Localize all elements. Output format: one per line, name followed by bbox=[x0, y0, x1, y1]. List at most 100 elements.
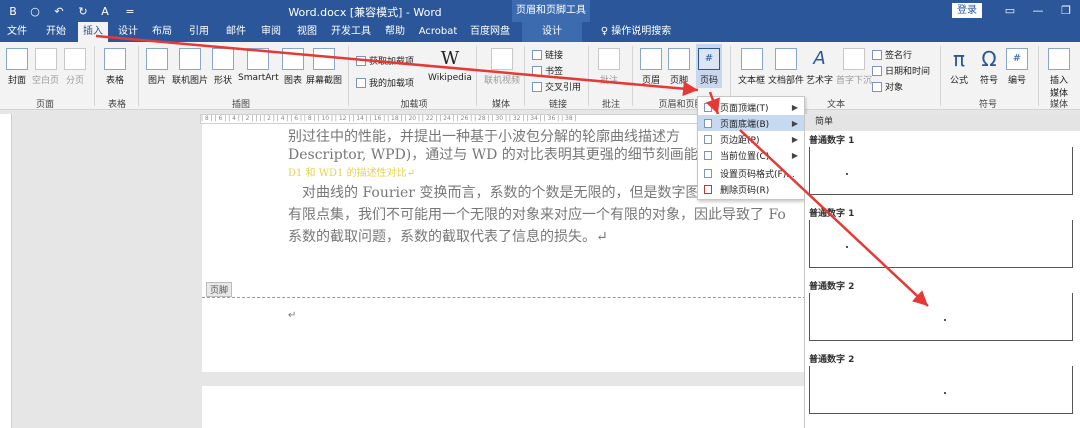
page-number-dot bbox=[846, 173, 848, 175]
tab-acrobat[interactable]: Acrobat bbox=[416, 22, 460, 42]
delete-icon bbox=[704, 185, 712, 194]
tab-insert[interactable]: 插入 bbox=[78, 22, 108, 42]
chart-icon bbox=[282, 48, 304, 70]
table-button[interactable]: 表格 bbox=[104, 48, 126, 86]
tab-design[interactable]: 设计 bbox=[114, 22, 142, 42]
gallery-item-plain-number-2[interactable] bbox=[809, 293, 1073, 341]
media-icon bbox=[1048, 48, 1070, 70]
signature-line-button[interactable]: 签名行 bbox=[872, 48, 912, 61]
online-video-button[interactable]: 联机视频 bbox=[484, 48, 520, 86]
menu-item-page-margins[interactable]: 页边距(P) ▶ bbox=[698, 131, 804, 147]
number-icon: # bbox=[1006, 48, 1028, 70]
group-label-table: 表格 bbox=[107, 100, 126, 110]
autosave-toggle-icon[interactable]: ○ bbox=[28, 3, 42, 19]
menu-item-top-of-page[interactable]: 页面顶端(T) ▶ bbox=[698, 99, 804, 115]
group-label-pages: 页面 bbox=[35, 100, 54, 110]
textbox-button[interactable]: 文本框 bbox=[738, 48, 765, 86]
title-bar: B ○ ↶ ↻ A = Word.docx [兼容模式] - Word 页眉和页… bbox=[0, 0, 1080, 22]
wordart-button[interactable]: A 艺术字 bbox=[806, 48, 833, 86]
separator bbox=[348, 46, 349, 106]
separator bbox=[476, 46, 477, 106]
quick-parts-button[interactable]: 文档部件 bbox=[768, 48, 804, 86]
my-addins-button[interactable]: 我的加载项 bbox=[356, 76, 414, 89]
ribbon-insert: 封面 空白页 分页 页面 表格 表格 图片 联机图片 形状 SmartArt 图… bbox=[0, 42, 1080, 110]
separator bbox=[632, 46, 633, 106]
tab-references[interactable]: 引用 bbox=[184, 22, 214, 42]
doc-paragraph-line: Descriptor, WPD)，通过与 WD 的对比表明其更强的细节刻画能 bbox=[288, 147, 698, 163]
group-label-media-2: 媒体 bbox=[1049, 100, 1068, 110]
chart-button[interactable]: 图表 bbox=[282, 48, 304, 86]
smartart-button[interactable]: SmartArt bbox=[238, 48, 279, 83]
document-page-next[interactable] bbox=[202, 386, 806, 428]
gallery-item-plain-number-1[interactable] bbox=[809, 147, 1073, 195]
wordart-icon: A bbox=[813, 48, 826, 69]
blank-page-icon bbox=[34, 48, 57, 70]
undo-icon[interactable]: ↶ bbox=[52, 3, 66, 19]
page-break-button[interactable]: 分页 bbox=[64, 48, 86, 86]
menu-item-bottom-of-page[interactable]: 页面底端(B) ▶ bbox=[698, 115, 804, 131]
online-picture-button[interactable]: 联机图片 bbox=[172, 48, 208, 86]
tab-developer[interactable]: 开发工具 bbox=[328, 22, 374, 42]
gallery-item-title: 普通数字 1 bbox=[809, 136, 855, 146]
link-button[interactable]: 链接 bbox=[532, 48, 563, 61]
insert-media-button[interactable]: 插入媒体 bbox=[1046, 48, 1072, 99]
page-number-button[interactable]: # 页码 bbox=[696, 44, 722, 88]
tab-layout[interactable]: 布局 bbox=[148, 22, 176, 42]
gallery-item-title: 普通数字 2 bbox=[809, 282, 855, 292]
save-icon[interactable]: B bbox=[6, 3, 20, 19]
tab-baidu-netdisk[interactable]: 百度网盘 bbox=[466, 22, 514, 42]
comment-button[interactable]: 批注 bbox=[598, 48, 620, 86]
gallery-item-plain-number-2b[interactable] bbox=[809, 366, 1073, 414]
footer-label-tag: 页脚 bbox=[206, 282, 233, 297]
blank-page-button[interactable]: 空白页 bbox=[32, 48, 59, 86]
redo-icon[interactable]: ↻ bbox=[76, 3, 90, 19]
minimize-icon[interactable]: — bbox=[1028, 2, 1048, 20]
get-addins-button[interactable]: 获取加载项 bbox=[356, 54, 414, 67]
cover-page-button[interactable]: 封面 bbox=[6, 48, 28, 86]
cover-page-icon bbox=[6, 48, 28, 70]
screenshot-button[interactable]: 屏幕截图 bbox=[306, 48, 342, 86]
wikipedia-button[interactable]: W Wikipedia bbox=[428, 48, 472, 83]
symbol-button[interactable]: Ω 符号 bbox=[978, 48, 1000, 86]
ribbon-display-icon[interactable]: ▭ bbox=[1000, 2, 1020, 20]
separator bbox=[138, 46, 139, 106]
tab-file[interactable]: 文件 bbox=[2, 22, 32, 42]
login-button[interactable]: 登录 bbox=[952, 3, 982, 18]
group-label-illustrations: 插图 bbox=[231, 100, 250, 110]
object-button[interactable]: 对象 bbox=[872, 80, 903, 93]
restore-icon[interactable]: ❐ bbox=[1056, 2, 1076, 20]
page-icon bbox=[704, 135, 712, 144]
footer-button[interactable]: 页脚 bbox=[668, 48, 690, 86]
number-button[interactable]: # 编号 bbox=[1006, 48, 1028, 86]
date-time-button[interactable]: 日期和时间 bbox=[872, 64, 930, 77]
font-color-icon[interactable]: A bbox=[98, 3, 112, 19]
tab-view[interactable]: 视图 bbox=[292, 22, 322, 42]
page-icon bbox=[704, 119, 712, 128]
tell-me-search[interactable]: ♀ 操作说明搜索 bbox=[596, 22, 676, 42]
cross-reference-icon bbox=[532, 81, 542, 92]
tab-help[interactable]: 帮助 bbox=[380, 22, 410, 42]
gallery-item-plain-number-1b[interactable] bbox=[809, 220, 1073, 268]
quick-parts-icon bbox=[775, 48, 797, 70]
tab-review[interactable]: 审阅 bbox=[256, 22, 286, 42]
group-label-text: 文本 bbox=[826, 100, 845, 110]
menu-item-current-position[interactable]: 当前位置(C) ▶ bbox=[698, 147, 804, 163]
separator bbox=[1038, 46, 1039, 106]
menu-item-remove-page-numbers[interactable]: 删除页码(R) bbox=[698, 181, 804, 197]
customize-qa-icon[interactable]: = bbox=[124, 3, 136, 19]
bookmark-button[interactable]: 书签 bbox=[532, 64, 563, 77]
tab-mailings[interactable]: 邮件 bbox=[222, 22, 250, 42]
cross-reference-button[interactable]: 交叉引用 bbox=[532, 80, 581, 93]
drop-cap-button[interactable]: 首字下沉 bbox=[836, 48, 872, 86]
tab-header-footer-design[interactable]: 设计 bbox=[522, 22, 582, 42]
group-label-links: 链接 bbox=[548, 100, 567, 110]
store-icon bbox=[356, 55, 366, 66]
equation-button[interactable]: π 公式 bbox=[948, 48, 970, 86]
vertical-ruler[interactable] bbox=[0, 114, 12, 428]
shapes-button[interactable]: 形状 bbox=[212, 48, 234, 86]
tab-home[interactable]: 开始 bbox=[40, 22, 72, 42]
menu-item-format-page-numbers[interactable]: 设置页码格式(F)... bbox=[698, 165, 804, 181]
picture-button[interactable]: 图片 bbox=[146, 48, 168, 86]
addins-icon bbox=[356, 77, 366, 88]
header-button[interactable]: 页眉 bbox=[640, 48, 662, 86]
